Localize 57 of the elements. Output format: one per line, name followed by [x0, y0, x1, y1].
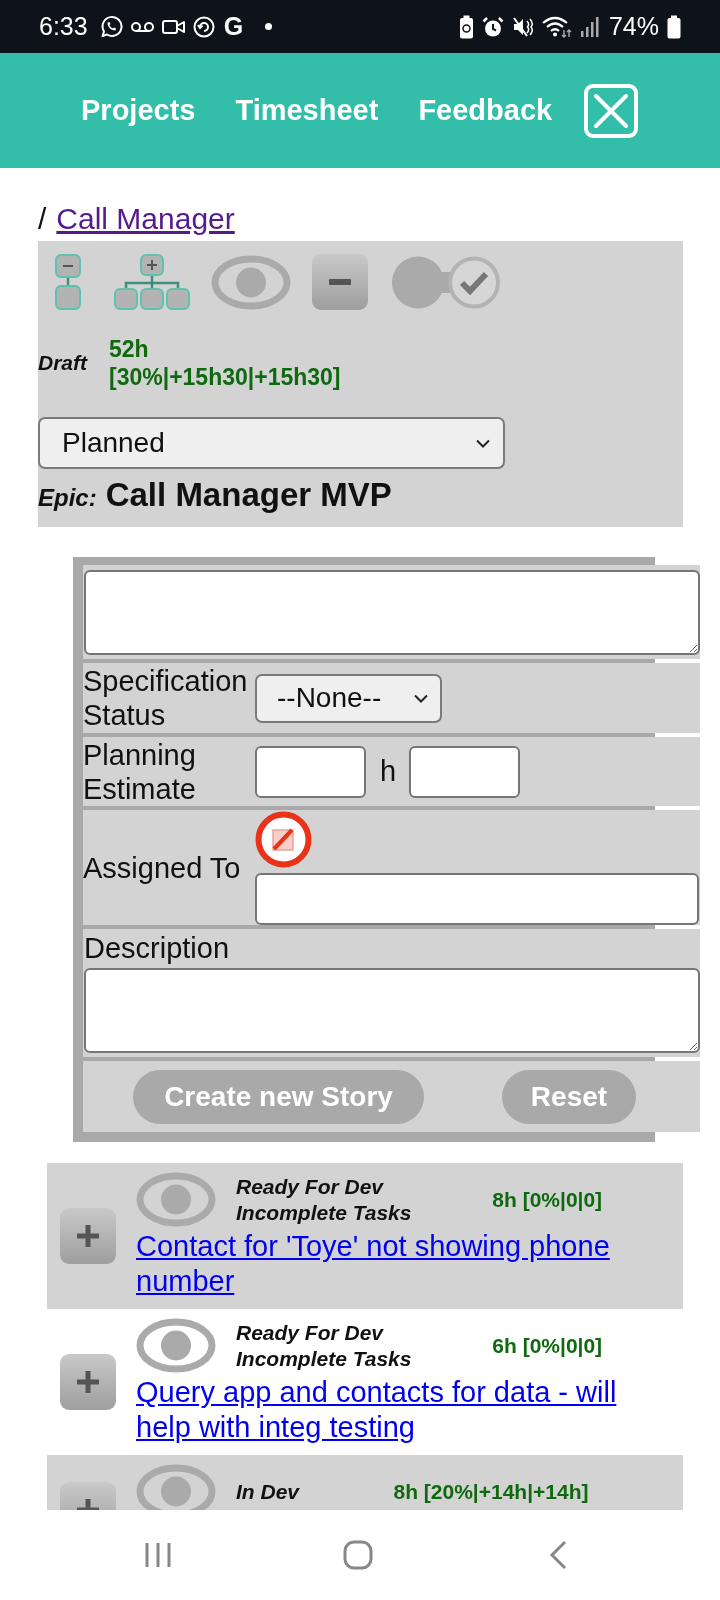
field-label: Description — [84, 931, 230, 965]
signal-bars-icon — [579, 16, 599, 37]
circular-arrows-icon — [192, 15, 215, 38]
video-camera-icon — [161, 17, 185, 36]
estimate-hours: 52h — [109, 335, 150, 363]
story-link[interactable]: Query app and contacts for data - will help with integ testing — [136, 1375, 661, 1445]
status-label: Draft — [38, 351, 87, 375]
estimate-label: 8h [0%|0|0] — [492, 1188, 603, 1211]
status-label: Ready For Dev — [236, 1173, 385, 1200]
plus-button[interactable] — [60, 1207, 116, 1264]
input-field[interactable] — [255, 872, 699, 925]
field-label: Assigned To — [83, 850, 242, 885]
hierarchy-plus-icon[interactable] — [113, 253, 191, 311]
battery-cycle-icon — [458, 14, 474, 39]
muted-speaker-icon — [511, 15, 534, 38]
state-dropdown[interactable]: Planned — [38, 417, 505, 469]
notification-letter: G — [223, 12, 244, 41]
minus-icon — [329, 279, 351, 285]
wifi-icon — [541, 15, 572, 38]
voicemail-icon — [130, 20, 154, 33]
story-link[interactable]: Contact for 'Toye' not showing phone number — [136, 1229, 661, 1299]
alarm-clock-icon — [481, 15, 504, 38]
battery-percent: 74% — [608, 12, 659, 41]
close-icon[interactable] — [584, 83, 639, 138]
breadcrumb-separator: / — [38, 202, 47, 235]
status-label: Incomplete Tasks — [236, 1199, 412, 1226]
input-field[interactable] — [255, 745, 366, 798]
status-label: Ready For Dev — [236, 1319, 385, 1346]
status-label: In Dev — [236, 1478, 300, 1505]
recent-apps-icon[interactable] — [144, 1541, 172, 1569]
minus-button[interactable] — [312, 254, 368, 310]
textarea-field[interactable] — [84, 968, 700, 1053]
home-icon[interactable] — [343, 1540, 373, 1570]
caret-icon — [476, 438, 490, 448]
field-label: Specification Status — [83, 664, 249, 732]
battery-icon — [667, 14, 681, 39]
time-breakdown-text: [30%|+15h30|+15h30] — [109, 363, 341, 391]
status-label: Incomplete Tasks — [236, 1345, 412, 1372]
estimate-label: 8h [20%|+14h|+14h] — [393, 1480, 589, 1503]
breadcrumb-link[interactable]: Call Manager — [56, 202, 235, 235]
input-field[interactable] — [409, 745, 521, 798]
item-type-label: Epic: — [38, 484, 97, 512]
unit-label: h — [380, 755, 397, 788]
plus-icon — [77, 1224, 99, 1247]
eye-icon[interactable] — [136, 1318, 216, 1373]
status-time: 6:33 — [39, 12, 88, 41]
edit-icon[interactable] — [255, 810, 312, 868]
dropdown[interactable]: --None-- — [255, 673, 442, 723]
plus-button[interactable] — [60, 1353, 116, 1410]
estimate-label: 6h [0%|0|0] — [492, 1334, 603, 1357]
epic-title: Call Manager MVP — [105, 476, 392, 514]
plus-icon — [77, 1370, 99, 1393]
toggle-switch-icon[interactable] — [391, 254, 501, 310]
caret-icon — [414, 693, 428, 703]
dot-icon — [265, 23, 273, 30]
field-label: Planning Estimate — [83, 737, 197, 806]
back-icon[interactable] — [549, 1540, 567, 1570]
